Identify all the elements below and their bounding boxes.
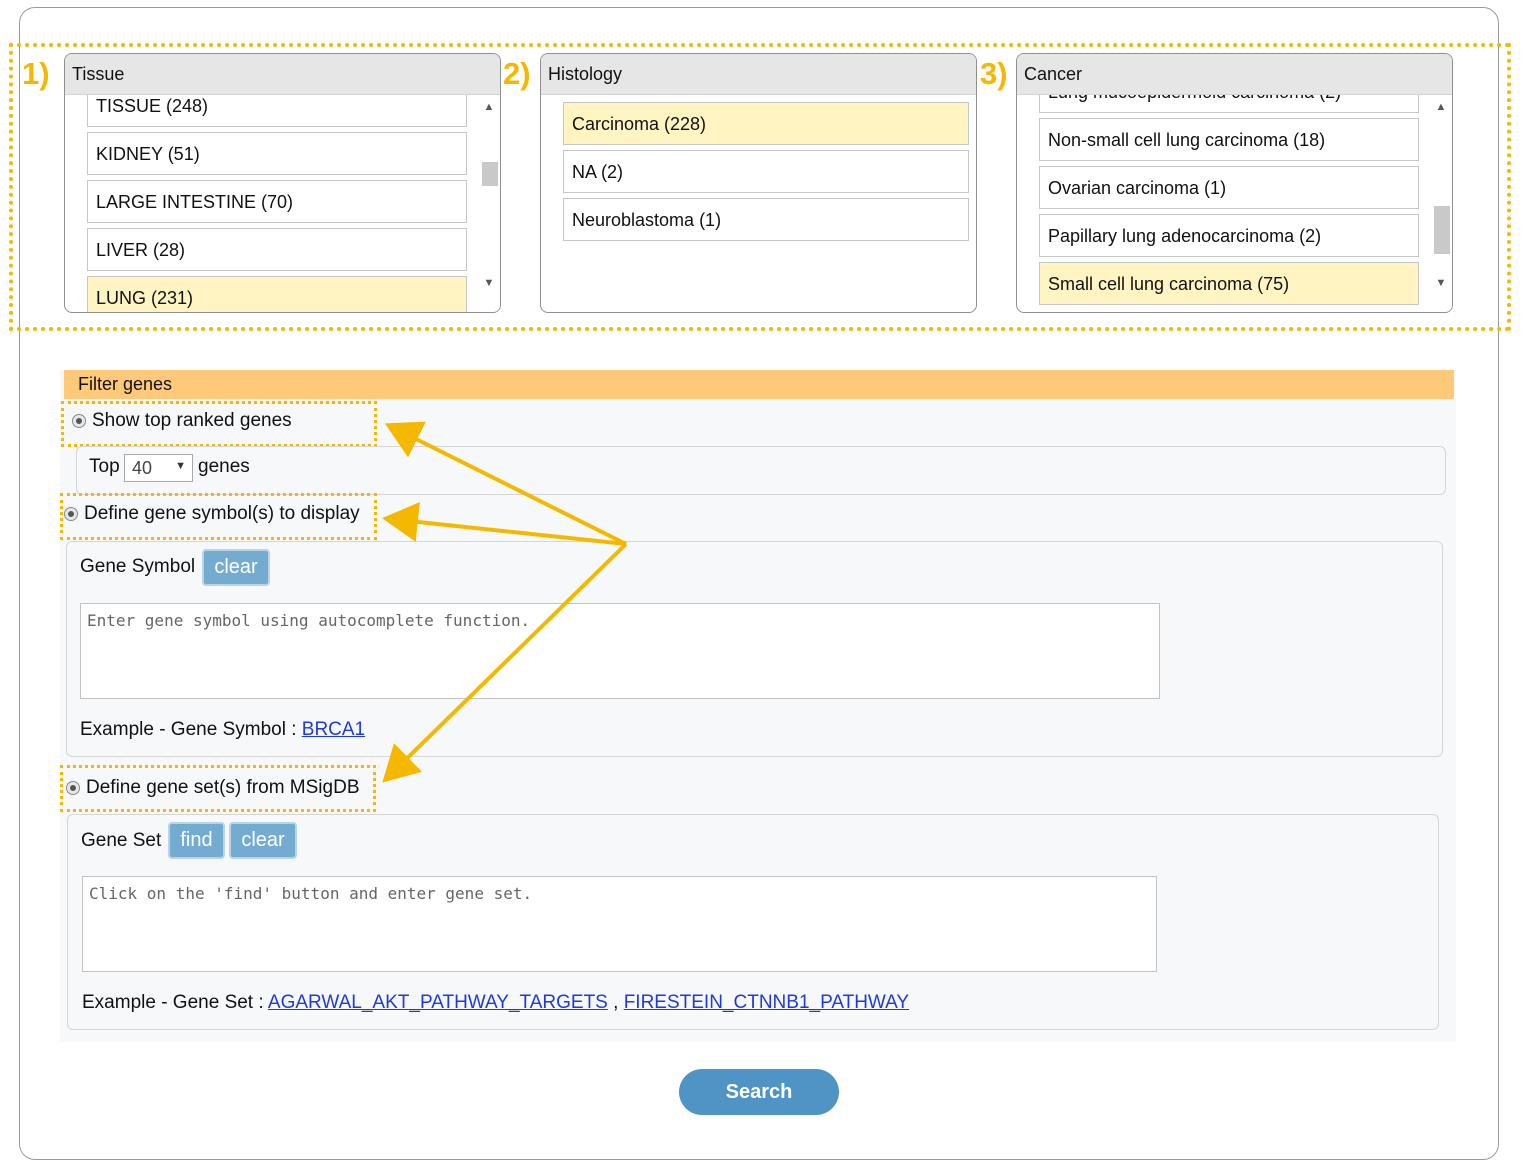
gene-set-input[interactable]: Click on the 'find' button and enter gen… bbox=[82, 876, 1157, 972]
tissue-list: TISSUE (248) KIDNEY (51) LARGE INTESTINE… bbox=[65, 95, 500, 312]
annotation-box-define-symbol bbox=[60, 493, 377, 540]
genes-label: genes bbox=[198, 456, 250, 477]
cancer-item-small-cell-lung[interactable]: Small cell lung carcinoma (75) bbox=[1039, 262, 1419, 305]
cancer-item-nsclc[interactable]: Non-small cell lung carcinoma (18) bbox=[1039, 118, 1419, 161]
annotation-marker-3: 3) bbox=[980, 56, 1008, 91]
scroll-up-icon[interactable]: ▲ bbox=[482, 100, 496, 114]
annotation-marker-1: 1) bbox=[22, 56, 50, 91]
tissue-panel: Tissue TISSUE (248) KIDNEY (51) LARGE IN… bbox=[64, 53, 501, 313]
example-set-link-1[interactable]: AGARWAL_AKT_PATHWAY_TARGETS bbox=[268, 992, 608, 1013]
search-button[interactable]: Search bbox=[679, 1069, 839, 1115]
tissue-item-lung[interactable]: LUNG (231) bbox=[87, 276, 467, 312]
tissue-item-liver[interactable]: LIVER (28) bbox=[87, 228, 467, 271]
histology-panel: Histology Carcinoma (228) NA (2) Neurobl… bbox=[540, 53, 977, 313]
annotation-box-top-ranked bbox=[61, 401, 377, 447]
scroll-down-icon[interactable]: ▼ bbox=[1434, 276, 1448, 290]
tissue-item-tissue[interactable]: TISSUE (248) bbox=[87, 95, 467, 127]
gene-set-label: Gene Set : bbox=[81, 830, 172, 851]
histology-panel-title: Histology bbox=[541, 54, 976, 95]
tissue-panel-title: Tissue bbox=[65, 54, 500, 95]
clear-set-button[interactable]: clear bbox=[229, 822, 297, 859]
top-count-value: 40 bbox=[132, 458, 153, 478]
cancer-item-papillary-lung[interactable]: Papillary lung adenocarcinoma (2) bbox=[1039, 214, 1419, 257]
example-symbol-link[interactable]: BRCA1 bbox=[302, 719, 365, 740]
cancer-item-ovarian[interactable]: Ovarian carcinoma (1) bbox=[1039, 166, 1419, 209]
annotation-marker-2: 2) bbox=[503, 56, 531, 91]
top-count-select[interactable]: 40 ▼ bbox=[124, 454, 193, 482]
example-symbol-label: Example - Gene Symbol : bbox=[80, 719, 297, 740]
find-button[interactable]: find bbox=[168, 822, 225, 859]
cancer-list: Lung mucoepidermoid carcinoma (2) Non-sm… bbox=[1017, 95, 1452, 312]
cancer-panel-title: Cancer bbox=[1017, 54, 1452, 95]
histology-item-na[interactable]: NA (2) bbox=[563, 150, 969, 193]
clear-symbol-button[interactable]: clear bbox=[202, 549, 270, 586]
tissue-scrollbar[interactable]: ▲ ▼ bbox=[478, 95, 500, 312]
scroll-thumb[interactable] bbox=[482, 162, 498, 186]
gene-symbol-input[interactable]: Enter gene symbol using autocomplete fun… bbox=[80, 603, 1160, 699]
histology-item-carcinoma[interactable]: Carcinoma (228) bbox=[563, 102, 969, 145]
example-set-link-2[interactable]: FIRESTEIN_CTNNB1_PATHWAY bbox=[624, 992, 909, 1013]
scroll-thumb[interactable] bbox=[1434, 206, 1450, 254]
cancer-item-lung-mucoepidermoid[interactable]: Lung mucoepidermoid carcinoma (2) bbox=[1039, 95, 1419, 113]
scroll-down-icon[interactable]: ▼ bbox=[482, 276, 496, 290]
tissue-item-kidney[interactable]: KIDNEY (51) bbox=[87, 132, 467, 175]
example-set: Example - Gene Set : AGARWAL_AKT_PATHWAY… bbox=[82, 992, 909, 1014]
cancer-panel: Cancer Lung mucoepidermoid carcinoma (2)… bbox=[1016, 53, 1453, 313]
chevron-down-icon: ▼ bbox=[175, 460, 186, 472]
cancer-scrollbar[interactable]: ▲ ▼ bbox=[1430, 95, 1452, 312]
annotation-box-msigdb bbox=[60, 765, 376, 812]
example-set-label: Example - Gene Set : bbox=[82, 992, 264, 1013]
gene-symbol-label: Gene Symbol : bbox=[80, 556, 206, 577]
histology-item-neuroblastoma[interactable]: Neuroblastoma (1) bbox=[563, 198, 969, 241]
scroll-up-icon[interactable]: ▲ bbox=[1434, 100, 1448, 114]
top-ranked-box bbox=[76, 446, 1446, 495]
tissue-item-large-intestine[interactable]: LARGE INTESTINE (70) bbox=[87, 180, 467, 223]
histology-list: Carcinoma (228) NA (2) Neuroblastoma (1) bbox=[541, 95, 976, 312]
example-set-separator: , bbox=[613, 992, 619, 1013]
example-symbol: Example - Gene Symbol : BRCA1 bbox=[80, 719, 365, 741]
top-label: Top bbox=[89, 456, 120, 477]
filter-genes-header: Filter genes bbox=[64, 370, 1454, 399]
